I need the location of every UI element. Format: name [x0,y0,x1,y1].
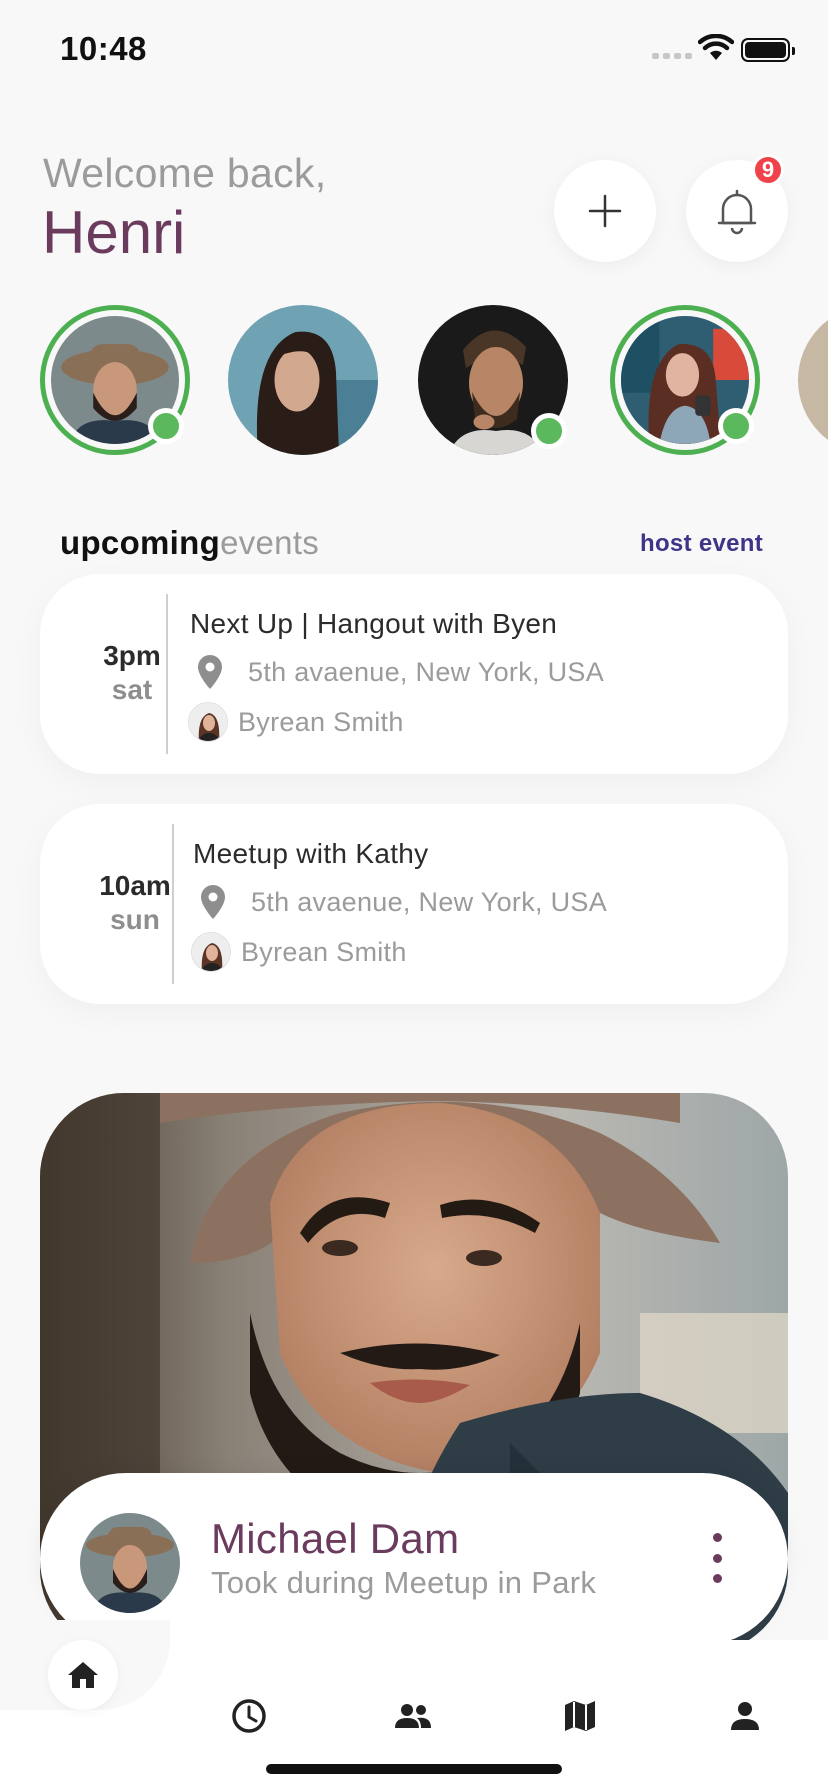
host-avatar [191,932,231,972]
story-avatar-5[interactable] [798,305,828,455]
host-event-link[interactable]: host event [640,530,763,558]
avatar [228,305,378,455]
person-icon [731,1702,759,1730]
event-datetime: 3pm sat [72,640,192,706]
add-button[interactable] [554,160,656,262]
event-host: Byrean Smith [188,702,404,742]
event-day: sun [110,904,160,935]
event-day: sat [111,674,153,705]
event-datetime: 10am sun [75,870,195,936]
event-card[interactable]: 10am sun Meetup with Kathy 5th avaenue, … [40,804,788,1004]
online-indicator [148,408,184,444]
notification-count-badge: 9 [752,154,784,186]
story-avatar-1[interactable] [40,305,190,455]
location-pin-icon [198,655,222,689]
cellular-signal-icon [652,53,692,59]
plus-icon [588,194,622,228]
people-icon [395,1704,431,1728]
clock-icon [232,1699,266,1733]
upcoming-events-title: upcomingevents [60,524,319,562]
event-divider [166,594,168,754]
event-title: Next Up | Hangout with Byen [190,608,558,639]
event-host-name: Byrean Smith [238,706,404,737]
map-icon [565,1701,595,1731]
nav-home[interactable] [48,1640,118,1710]
event-location-text: 5th avaenue, New York, USA [248,656,605,687]
story-avatar-4[interactable] [610,305,760,455]
welcome-greeting: Welcome back, [43,150,327,196]
event-time: 3pm [103,640,161,671]
photo-caption-text: Took during Meetup in Park [211,1565,597,1600]
battery-icon [741,38,795,62]
nav-history[interactable] [229,1696,269,1736]
nav-profile[interactable] [725,1696,765,1736]
online-indicator [718,408,754,444]
event-title: Meetup with Kathy [193,838,429,869]
bell-icon [717,189,757,235]
event-location-text: 5th avaenue, New York, USA [251,886,608,917]
photo-author-name: Michael Dam [211,1515,460,1562]
stories-row [0,300,828,460]
upcoming-title-strong: upcoming [60,524,221,561]
avatar [798,305,828,455]
more-vertical-icon[interactable] [702,1533,732,1583]
nav-people[interactable] [393,1696,433,1736]
host-avatar [188,702,228,742]
event-divider [172,824,174,984]
story-avatar-2[interactable] [228,305,378,455]
status-time: 10:48 [60,30,147,67]
event-time: 10am [99,870,171,901]
upcoming-title-light: events [220,524,320,561]
event-location: 5th avaenue, New York, USA [193,884,607,920]
status-bar: 10:48 [0,0,828,100]
avatar[interactable] [80,1513,180,1613]
story-avatar-3[interactable] [418,305,568,455]
event-card[interactable]: 3pm sat Next Up | Hangout with Byen 5th … [40,574,788,774]
user-name: Henri [42,199,186,266]
event-host-name: Byrean Smith [241,936,407,967]
event-host: Byrean Smith [191,932,407,972]
online-indicator [531,413,567,449]
location-pin-icon [201,885,225,919]
home-icon [68,1662,98,1688]
nav-map[interactable] [560,1696,600,1736]
wifi-icon [698,34,734,60]
home-indicator [266,1764,562,1774]
event-location: 5th avaenue, New York, USA [190,654,604,690]
